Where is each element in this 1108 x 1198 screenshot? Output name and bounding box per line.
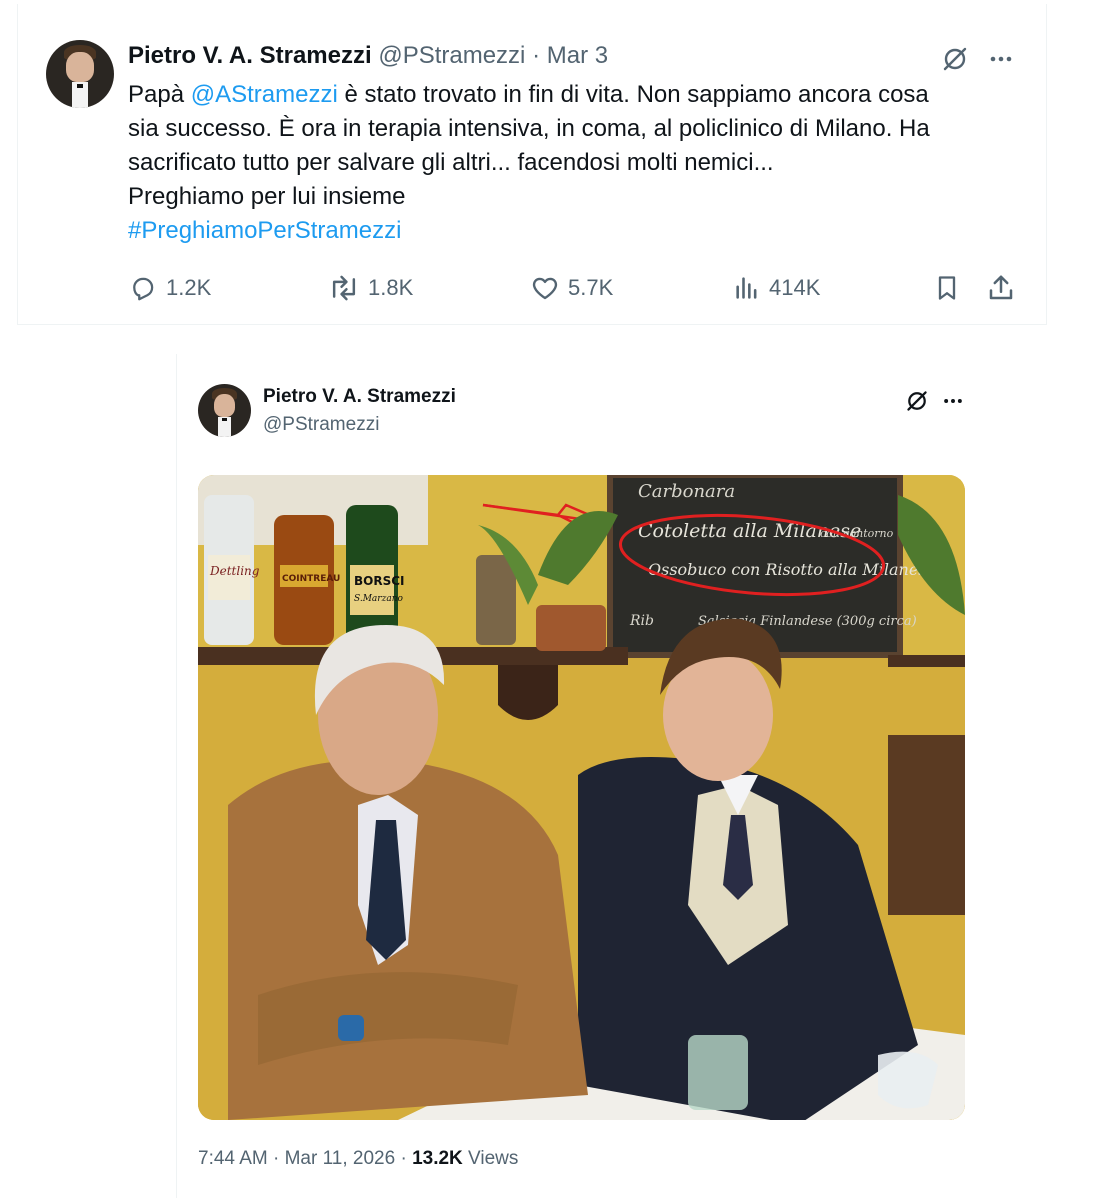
quoted-author-avatar[interactable] <box>198 384 251 437</box>
text-line-4: Preghiamo per lui insieme <box>128 183 406 210</box>
meta-separator: · <box>400 1148 407 1169</box>
reply-button[interactable]: 1.2K <box>128 270 211 306</box>
repost-icon <box>332 275 356 301</box>
tweet-header: Pietro V. A. Stramezzi @PStramezzi · Mar… <box>128 42 608 70</box>
author-name[interactable]: Pietro V. A. Stramezzi <box>128 42 372 69</box>
chalk-line-2: Ossobuco con Risotto alla Milanese <box>648 560 936 579</box>
hashtag-link[interactable]: #PreghiamoPerStramezzi <box>128 214 1008 248</box>
text-line-3: sacrificato tutto per salvare gli altri.… <box>128 149 774 176</box>
author-avatar[interactable] <box>46 40 114 108</box>
bottle-label-2: COINTREAU <box>282 574 340 584</box>
bottle-label-3b: S.Marzano <box>354 594 403 604</box>
tweet-text: Papà @AStramezzi è stato trovato in fin … <box>128 78 1008 248</box>
repost-button[interactable]: 1.8K <box>328 270 413 306</box>
like-button[interactable]: 5.7K <box>530 270 613 306</box>
text-line-1-pre: Papà <box>128 81 191 108</box>
text-line-1-post: è stato trovato in fin di vita. Non sapp… <box>337 81 929 108</box>
tweet-full-date[interactable]: Mar 11, 2026 <box>285 1148 396 1169</box>
share-icon[interactable] <box>984 270 1018 306</box>
photo-illustration: Carbonara Cotoletta alla Milanese con co… <box>198 475 965 1120</box>
views-label: Views <box>468 1148 519 1169</box>
chalk-line-3: Rib <box>629 613 654 629</box>
reply-icon <box>133 277 154 301</box>
like-icon <box>532 277 558 300</box>
repost-count: 1.8K <box>368 275 414 300</box>
more-icon[interactable] <box>984 42 1018 76</box>
tweet-time[interactable]: 7:44 AM <box>198 1148 268 1169</box>
grok-icon[interactable] <box>938 42 972 76</box>
quoted-author-name[interactable]: Pietro V. A. Stramezzi <box>263 386 456 408</box>
author-handle[interactable]: @PStramezzi <box>378 42 525 69</box>
views-icon <box>736 277 757 299</box>
reply-count: 1.2K <box>166 275 212 300</box>
bookmark-icon[interactable] <box>930 270 964 306</box>
quoted-author-handle[interactable]: @PStramezzi <box>263 414 379 436</box>
header-separator: · <box>532 42 541 69</box>
views-count: 414K <box>769 275 821 300</box>
chalk-line-1b: con contorno <box>820 527 894 540</box>
grok-icon[interactable] <box>902 386 932 416</box>
tweet-meta: 7:44 AM · Mar 11, 2026 · 13.2K Views <box>198 1148 518 1170</box>
tweet-date[interactable]: Mar 3 <box>547 42 608 69</box>
bottle-label-3: BORSCI <box>354 574 405 588</box>
mention-link[interactable]: @AStramezzi <box>191 81 338 108</box>
views-button[interactable]: 414K <box>733 270 820 306</box>
tweet-photo[interactable]: Carbonara Cotoletta alla Milanese con co… <box>198 475 965 1120</box>
chalk-line-0: Carbonara <box>638 481 735 502</box>
views-total: 13.2K <box>412 1148 463 1169</box>
bottle-label-1: Dettling <box>209 564 260 578</box>
like-count: 5.7K <box>568 275 614 300</box>
text-line-2: sia successo. È ora in terapia intensiva… <box>128 115 930 142</box>
meta-separator: · <box>273 1148 280 1169</box>
more-icon[interactable] <box>938 386 968 416</box>
